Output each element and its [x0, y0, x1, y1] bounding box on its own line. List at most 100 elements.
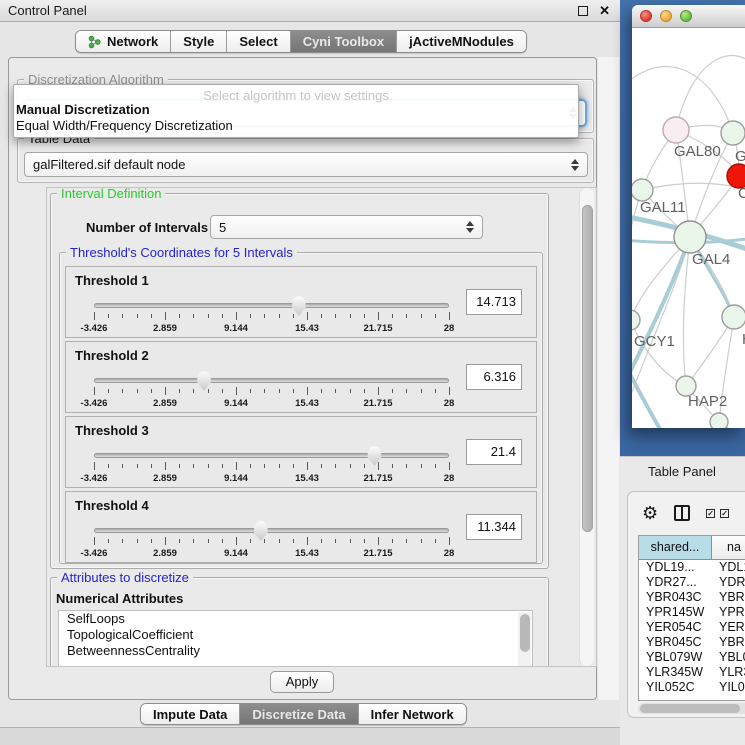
node-gal80[interactable]: [663, 117, 689, 143]
attribute-item[interactable]: BetweennessCentrality: [59, 643, 532, 659]
control-panel-window: Control Panel ✕ NetworkStyleSelectCyni T…: [0, 0, 620, 745]
tab-jactivemnodules[interactable]: jActiveMNodules: [397, 31, 526, 52]
control-panel-titlebar: Control Panel ✕: [0, 0, 620, 22]
network-canvas[interactable]: GAL80GACGAL11GAL4GCY1HHAP2: [632, 28, 745, 428]
table-subpanel: ⚙ ✓ ✓ shared... na YDL19...YDL1YDR27...Y…: [627, 491, 745, 718]
table-row[interactable]: YDR27...YDR2: [639, 575, 745, 590]
split-columns-icon[interactable]: [674, 505, 690, 521]
tab-discretize-data[interactable]: Discretize Data: [240, 704, 358, 724]
minimize-traffic-light-icon[interactable]: [660, 10, 672, 22]
apply-button[interactable]: Apply: [270, 671, 334, 693]
top-tab-bar: NetworkStyleSelectCyni ToolboxjActiveMNo…: [75, 30, 527, 53]
table-data-combo-value: galFiltered.sif default node: [33, 157, 185, 172]
stepper-arrows-icon: [466, 221, 474, 233]
table-header-shared[interactable]: shared...: [639, 536, 712, 560]
table-header-name[interactable]: na: [712, 536, 745, 560]
slider-track[interactable]: [94, 378, 449, 383]
tab-select[interactable]: Select: [227, 31, 290, 52]
threshold-box: Threshold 2 -3.4262.8599.14415.4321.7152…: [65, 341, 537, 413]
threshold-slider[interactable]: -3.4262.8599.14415.4321.71528: [94, 445, 449, 485]
network-graph[interactable]: GAL80GACGAL11GAL4GCY1HHAP2: [632, 28, 745, 428]
close-icon[interactable]: ✕: [599, 6, 610, 16]
table-row[interactable]: YBR043CYBR0: [639, 590, 745, 605]
threshold-box: Threshold 3 -3.4262.8599.14415.4321.7152…: [65, 416, 537, 488]
node-gal11[interactable]: [632, 179, 653, 201]
gear-icon[interactable]: ⚙: [642, 503, 658, 524]
table-row[interactable]: YER054CYER0: [639, 620, 745, 635]
interval-definition-group-label: Interval Definition: [57, 187, 165, 201]
threshold-slider[interactable]: -3.4262.8599.14415.4321.71528: [94, 295, 449, 335]
threshold-value-field[interactable]: 6.316: [466, 364, 522, 390]
node-bottom[interactable]: [710, 413, 728, 428]
table-row[interactable]: YPR145WYPR1: [639, 605, 745, 620]
number-of-intervals-combo[interactable]: 5: [210, 215, 483, 239]
tab-network[interactable]: Network: [76, 31, 171, 52]
tab-infer-network[interactable]: Infer Network: [359, 704, 466, 724]
threshold-label: Threshold 3: [75, 423, 149, 438]
node-top-right[interactable]: [721, 121, 745, 145]
node-gal4[interactable]: [674, 221, 706, 253]
number-of-intervals-label: Number of Intervals: [86, 220, 208, 235]
algorithm-option-equal-width-frequency-discretization[interactable]: Equal Width/Frequency Discretization: [14, 119, 578, 133]
thresholds-group: Threshold's Coordinates for 5 Intervals …: [59, 252, 543, 564]
attribute-list-scrollbar-thumb[interactable]: [520, 614, 530, 652]
attribute-list-scrollbar[interactable]: [518, 612, 531, 667]
float-window-icon[interactable]: [578, 6, 588, 16]
table-row[interactable]: YBR045CYBR0: [639, 635, 745, 650]
algorithm-popup-hint: Select algorithm to view settings: [14, 85, 578, 101]
panel-right-gutter: [598, 57, 619, 700]
threshold-value-field[interactable]: 14.713: [466, 289, 522, 315]
settings-scrollbar-thumb[interactable]: [582, 205, 593, 532]
numerical-attributes-list[interactable]: SelfLoopsTopologicalCoefficientBetweenne…: [58, 610, 533, 667]
tab-cyni-toolbox[interactable]: Cyni Toolbox: [291, 31, 397, 52]
node-table[interactable]: shared... na YDL19...YDL1YDR27...YDR2YBR…: [638, 535, 745, 701]
algorithm-option-manual-discretization[interactable]: Manual Discretization: [14, 103, 578, 117]
close-traffic-light-icon[interactable]: [640, 10, 652, 22]
table-row[interactable]: YBL079WYBL0: [639, 650, 745, 665]
thresholds-list: Threshold 1 -3.4262.8599.14415.4321.7152…: [65, 266, 537, 566]
tab-impute-data[interactable]: Impute Data: [141, 704, 240, 724]
threshold-slider[interactable]: -3.4262.8599.14415.4321.71528: [94, 520, 449, 560]
slider-tick-labels: -3.4262.8599.14415.4321.71528: [94, 548, 449, 560]
table-toolbar: ⚙ ✓ ✓: [628, 492, 745, 534]
node-label: C: [738, 185, 745, 202]
attributes-group: Attributes to discretize Numerical Attri…: [50, 577, 549, 667]
zoom-traffic-light-icon[interactable]: [680, 10, 692, 22]
table-hscrollbar-thumb[interactable]: [640, 704, 740, 713]
slider-track[interactable]: [94, 453, 449, 458]
number-of-intervals-value: 5: [219, 220, 226, 235]
attribute-item[interactable]: TopologicalCoefficient: [59, 627, 532, 643]
checkbox-checked-icon[interactable]: ✓: [706, 509, 715, 518]
bottom-tab-bar: Impute DataDiscretize DataInfer Network: [140, 703, 467, 725]
slider-track[interactable]: [94, 303, 449, 308]
table-row[interactable]: YLR345WYLR3: [639, 665, 745, 680]
tab-style[interactable]: Style: [171, 31, 227, 52]
node-label: GAL4: [692, 251, 730, 268]
table-panel-title: Table Panel: [648, 464, 716, 479]
threshold-slider[interactable]: -3.4262.8599.14415.4321.71528: [94, 370, 449, 410]
threshold-value-field[interactable]: 21.4: [466, 439, 522, 465]
threshold-box: Threshold 4 -3.4262.8599.14415.4321.7152…: [65, 491, 537, 563]
threshold-label: Threshold 1: [75, 273, 149, 288]
settings-scrollbar[interactable]: [579, 188, 594, 666]
node-gcy1[interactable]: [632, 310, 640, 330]
network-icon: [88, 35, 101, 49]
table-row[interactable]: YIL052CYIL0: [639, 680, 745, 695]
attribute-item[interactable]: SelfLoops: [59, 611, 532, 627]
table-row[interactable]: YDL19...YDL1: [639, 560, 745, 575]
network-window-titlebar: [632, 5, 745, 28]
checkbox-checked-icon[interactable]: ✓: [720, 509, 729, 518]
cyni-toolbox-content: Discretization Algorithm Select algorith…: [8, 57, 597, 700]
threshold-label: Threshold 2: [75, 348, 149, 363]
threshold-box: Threshold 1 -3.4262.8599.14415.4321.7152…: [65, 266, 537, 338]
thresholds-group-label: Threshold's Coordinates for 5 Intervals: [66, 245, 297, 260]
control-panel-footer: [0, 727, 620, 745]
threshold-value-field[interactable]: 11.344: [466, 514, 522, 540]
table-data-combo[interactable]: galFiltered.sif default node: [24, 152, 588, 177]
node-label: GAL80: [674, 143, 721, 160]
node-right-h[interactable]: [722, 305, 745, 329]
slider-track[interactable]: [94, 528, 449, 533]
screen: Control Panel ✕ NetworkStyleSelectCyni T…: [0, 0, 745, 745]
table-hscrollbar[interactable]: [638, 703, 745, 714]
table-data-group: Table Data galFiltered.sif default node: [17, 138, 594, 183]
